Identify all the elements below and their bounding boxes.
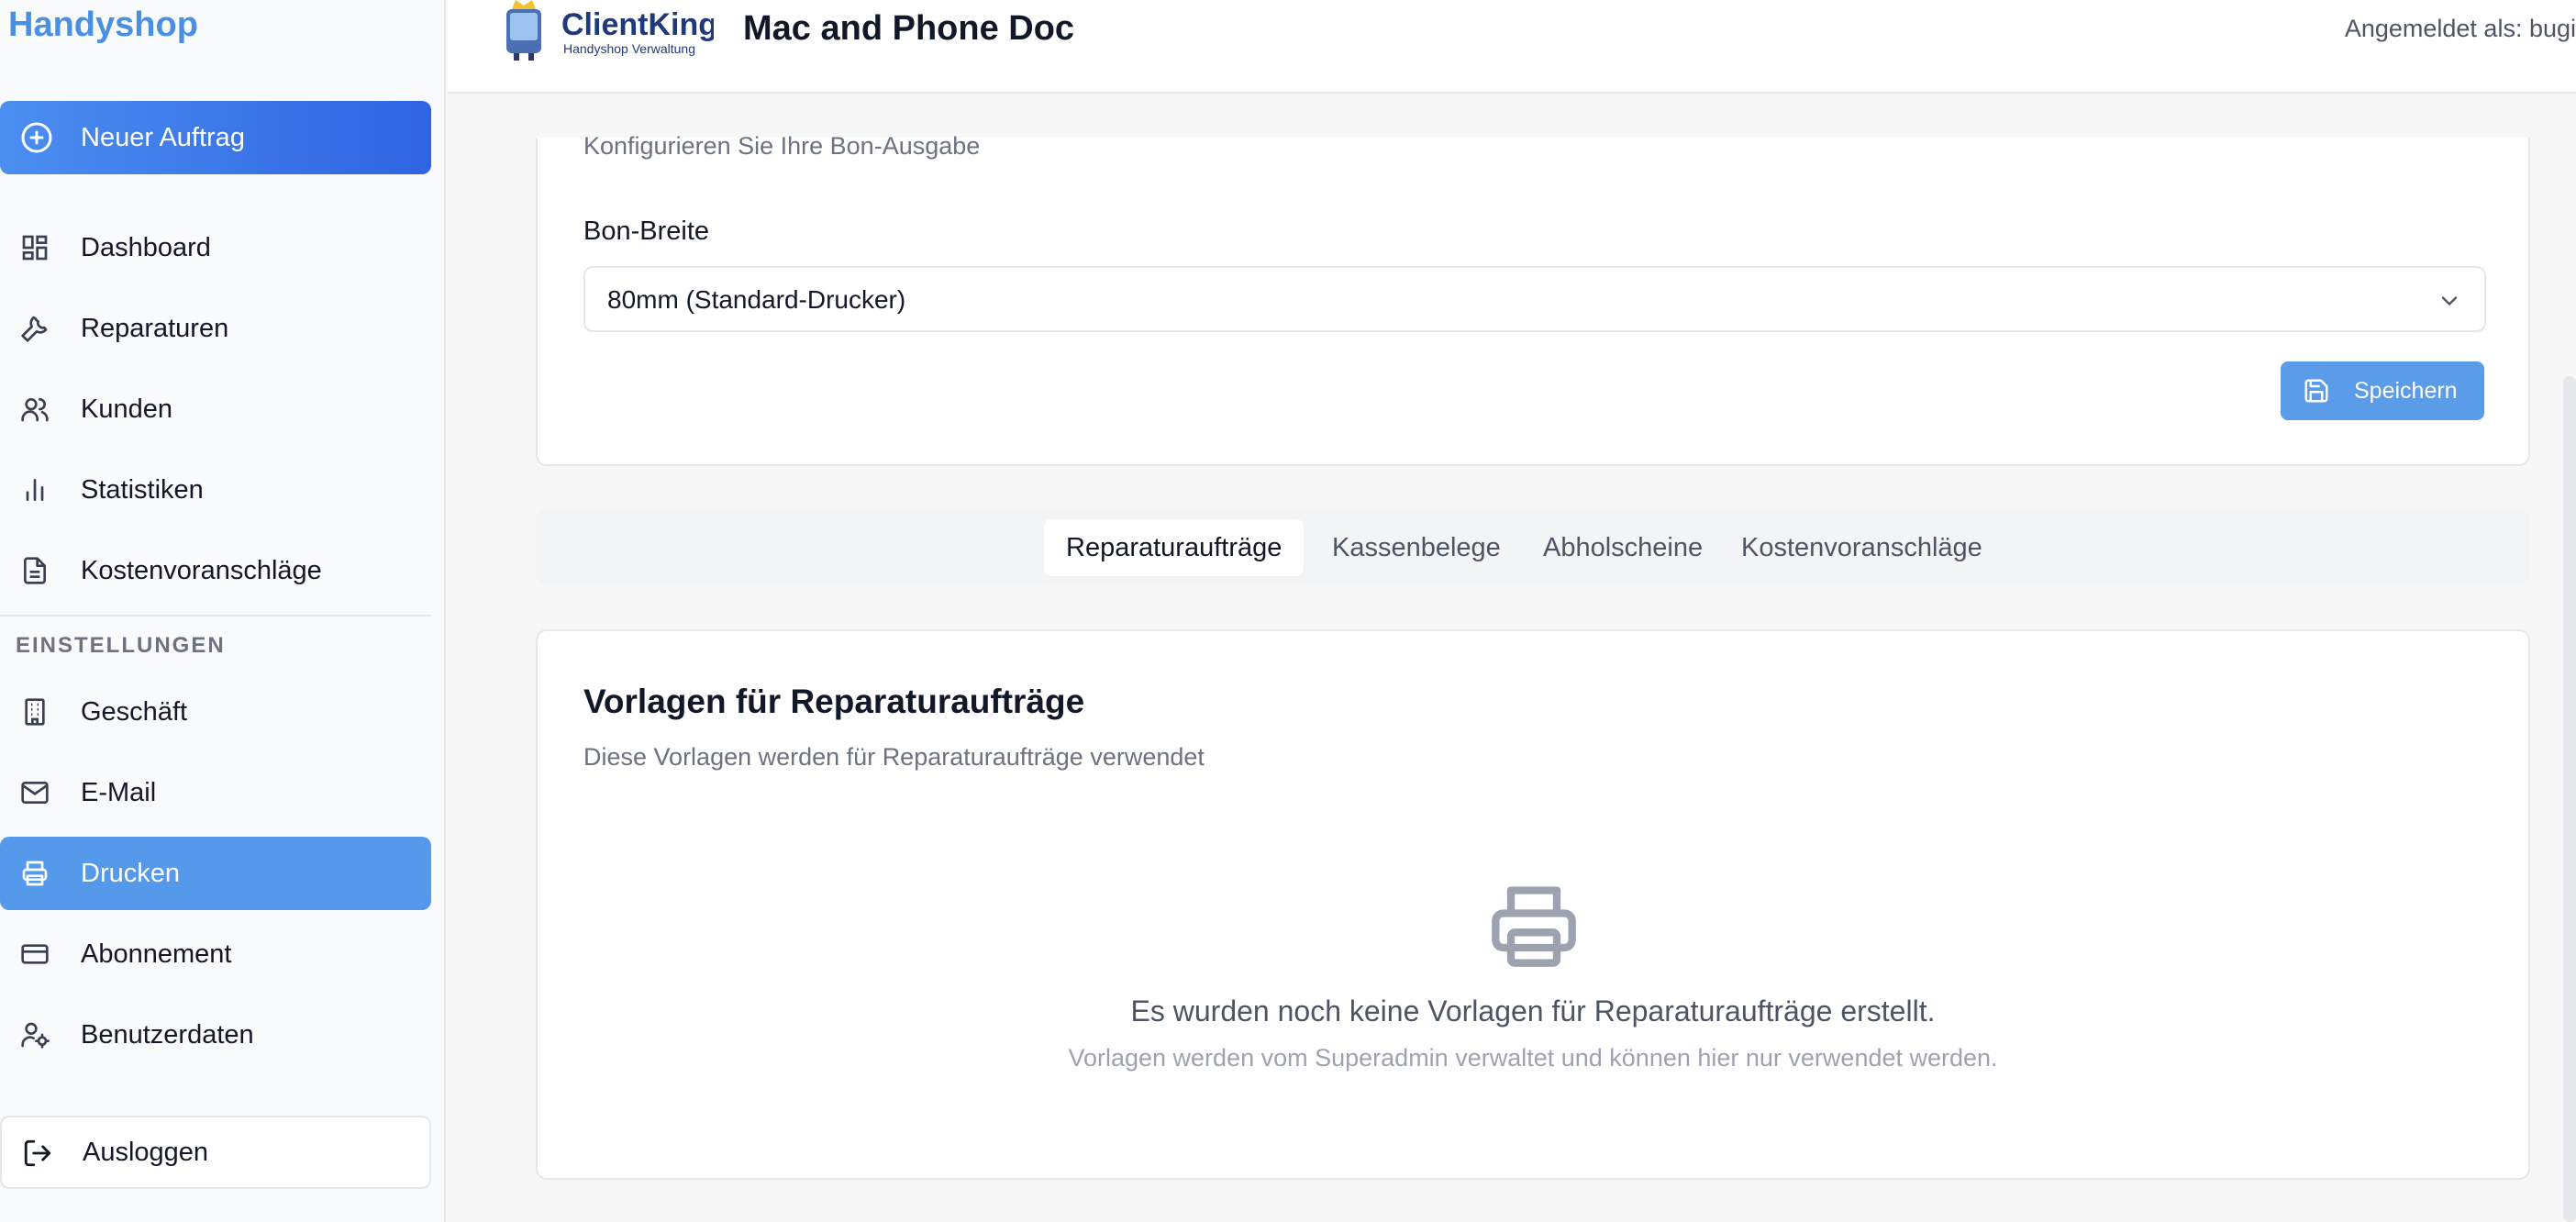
logged-in-user: Angemeldet als: bugi [2344, 15, 2576, 42]
sidebar-item-label: Benutzerdaten [81, 1020, 254, 1050]
sidebar-item-label: Drucken [81, 859, 180, 888]
empty-state-title: Es wurden noch keine Vorlagen für Repara… [1130, 994, 1936, 1028]
users-icon [21, 398, 49, 422]
logout-button[interactable]: Ausloggen [0, 1116, 431, 1189]
settings-section-label: EINSTELLUNGEN [16, 633, 226, 658]
logout-label: Ausloggen [83, 1138, 209, 1167]
mail-icon [21, 782, 49, 804]
templates-title: Vorlagen für Reparaturaufträge [583, 683, 1085, 720]
document-icon [24, 557, 46, 584]
sidebar-item-kunden[interactable]: Kunden [0, 372, 431, 446]
new-order-button[interactable]: Neuer Auftrag [0, 101, 431, 174]
chevron-down-icon [2441, 296, 2458, 306]
shop-title: Mac and Phone Doc [743, 9, 1075, 48]
save-label: Speichern [2354, 378, 2458, 404]
tab-kassenbelege[interactable]: Kassenbelege [1310, 519, 1523, 576]
printer-icon [22, 861, 48, 886]
sidebar-item-email[interactable]: E-Mail [0, 756, 431, 829]
logout-icon [24, 1139, 51, 1167]
receipt-width-select[interactable]: 80mm (Standard-Drucker) [583, 266, 2486, 332]
save-icon [2304, 379, 2328, 403]
sidebar-item-label: Geschäft [81, 697, 188, 727]
receipt-settings-description: Konfigurieren Sie Ihre Bon-Ausgabe [583, 132, 981, 160]
receipt-width-value: 80mm (Standard-Drucker) [607, 285, 906, 314]
sidebar-item-label: Statistiken [81, 475, 204, 505]
sidebar-item-label: Abonnement [81, 939, 232, 969]
sidebar-item-reparaturen[interactable]: Reparaturen [0, 292, 431, 365]
save-button[interactable]: Speichern [2281, 361, 2484, 420]
sidebar-item-label: Kunden [81, 394, 172, 424]
sidebar: Handyshop Neuer Auftrag Dashboard Repara… [0, 0, 446, 1222]
tab-reparaturauftraege[interactable]: Reparaturaufträge [1044, 519, 1305, 576]
page-scrollbar[interactable] [2563, 376, 2576, 1222]
credit-card-icon [21, 944, 49, 964]
dashboard-icon [22, 235, 48, 261]
template-tabs: Reparaturaufträge Kassenbelege Abholsche… [536, 510, 2530, 583]
sidebar-item-benutzerdaten[interactable]: Benutzerdaten [0, 998, 431, 1072]
plus-circle-icon [21, 122, 52, 153]
templates-card: Vorlagen für Reparaturaufträge Diese Vor… [536, 629, 2530, 1180]
svg-text:ClientKing: ClientKing [561, 7, 714, 42]
receipt-width-label: Bon-Breite [583, 217, 710, 246]
sidebar-item-label: Reparaturen [81, 314, 229, 343]
building-icon [25, 698, 45, 726]
sidebar-item-kostenvoranschlaege[interactable]: Kostenvoranschläge [0, 534, 431, 607]
clientking-logo[interactable]: ClientKing Handyshop Verwaltung [494, 0, 714, 61]
tab-kostenvoranschlaege[interactable]: Kostenvoranschläge [1719, 519, 2004, 576]
sidebar-item-label: Kostenvoranschläge [81, 556, 322, 585]
tab-abholscheine[interactable]: Abholscheine [1521, 519, 1725, 576]
user-cog-icon [21, 1022, 50, 1049]
receipt-settings-card: Konfigurieren Sie Ihre Bon-Ausgabe Bon-B… [536, 132, 2530, 466]
new-order-label: Neuer Auftrag [81, 123, 245, 152]
templates-subtitle: Diese Vorlagen werden für Reparaturauftr… [583, 743, 1205, 771]
sidebar-item-geschaeft[interactable]: Geschäft [0, 675, 431, 749]
sidebar-item-label: E-Mail [81, 778, 157, 807]
brand-title[interactable]: Handyshop [8, 6, 198, 45]
sidebar-item-label: Dashboard [81, 233, 211, 262]
bar-chart-icon [26, 479, 44, 501]
sidebar-item-dashboard[interactable]: Dashboard [0, 211, 431, 284]
top-header: ClientKing Handyshop Verwaltung Mac and … [448, 0, 2576, 94]
wrench-icon [21, 316, 48, 342]
svg-text:Handyshop Verwaltung: Handyshop Verwaltung [563, 41, 695, 56]
sidebar-item-statistiken[interactable]: Statistiken [0, 453, 431, 527]
empty-state-subtitle: Vorlagen werden vom Superadmin verwaltet… [1068, 1044, 1998, 1072]
sidebar-divider [0, 615, 431, 617]
printer-icon [1492, 886, 1576, 967]
sidebar-item-abonnement[interactable]: Abonnement [0, 917, 431, 991]
sidebar-item-drucken[interactable]: Drucken [0, 837, 431, 910]
